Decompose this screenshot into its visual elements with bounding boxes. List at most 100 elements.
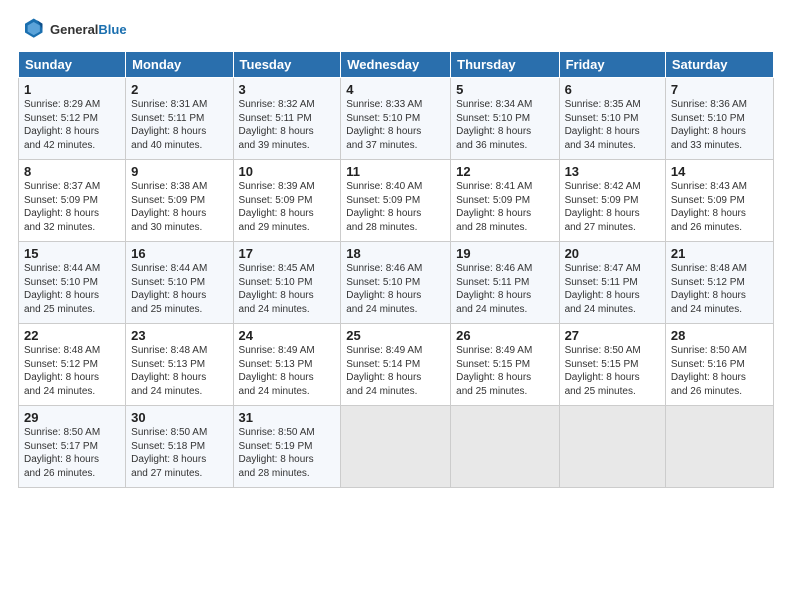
- calendar-cell: 7Sunrise: 8:36 AM Sunset: 5:10 PM Daylig…: [665, 78, 773, 160]
- cell-content: Sunrise: 8:29 AM Sunset: 5:12 PM Dayligh…: [24, 98, 120, 152]
- week-row-1: 1Sunrise: 8:29 AM Sunset: 5:12 PM Daylig…: [19, 78, 774, 160]
- calendar-cell: 23Sunrise: 8:48 AM Sunset: 5:13 PM Dayli…: [126, 324, 233, 406]
- calendar-cell: 28Sunrise: 8:50 AM Sunset: 5:16 PM Dayli…: [665, 324, 773, 406]
- calendar-cell: 21Sunrise: 8:48 AM Sunset: 5:12 PM Dayli…: [665, 242, 773, 324]
- logo-icon: [18, 15, 46, 43]
- calendar-cell: 27Sunrise: 8:50 AM Sunset: 5:15 PM Dayli…: [559, 324, 665, 406]
- cell-content: Sunrise: 8:47 AM Sunset: 5:11 PM Dayligh…: [565, 262, 660, 316]
- logo-text: GeneralBlue: [50, 22, 127, 37]
- calendar-cell: 3Sunrise: 8:32 AM Sunset: 5:11 PM Daylig…: [233, 78, 341, 160]
- cell-content: Sunrise: 8:42 AM Sunset: 5:09 PM Dayligh…: [565, 180, 660, 234]
- day-number: 9: [131, 164, 227, 179]
- week-row-2: 8Sunrise: 8:37 AM Sunset: 5:09 PM Daylig…: [19, 160, 774, 242]
- day-number: 13: [565, 164, 660, 179]
- cell-content: Sunrise: 8:44 AM Sunset: 5:10 PM Dayligh…: [24, 262, 120, 316]
- calendar-cell: 5Sunrise: 8:34 AM Sunset: 5:10 PM Daylig…: [451, 78, 559, 160]
- cell-content: Sunrise: 8:48 AM Sunset: 5:12 PM Dayligh…: [24, 344, 120, 398]
- cell-content: Sunrise: 8:48 AM Sunset: 5:13 PM Dayligh…: [131, 344, 227, 398]
- calendar-cell: 11Sunrise: 8:40 AM Sunset: 5:09 PM Dayli…: [341, 160, 451, 242]
- cell-content: Sunrise: 8:38 AM Sunset: 5:09 PM Dayligh…: [131, 180, 227, 234]
- calendar-cell: 24Sunrise: 8:49 AM Sunset: 5:13 PM Dayli…: [233, 324, 341, 406]
- cell-content: Sunrise: 8:35 AM Sunset: 5:10 PM Dayligh…: [565, 98, 660, 152]
- calendar-cell: 9Sunrise: 8:38 AM Sunset: 5:09 PM Daylig…: [126, 160, 233, 242]
- week-row-4: 22Sunrise: 8:48 AM Sunset: 5:12 PM Dayli…: [19, 324, 774, 406]
- day-number: 27: [565, 328, 660, 343]
- cell-content: Sunrise: 8:41 AM Sunset: 5:09 PM Dayligh…: [456, 180, 553, 234]
- day-number: 17: [239, 246, 336, 261]
- page: GeneralBlue SundayMondayTuesdayWednesday…: [0, 0, 792, 498]
- cell-content: Sunrise: 8:40 AM Sunset: 5:09 PM Dayligh…: [346, 180, 445, 234]
- day-number: 31: [239, 410, 336, 425]
- calendar-cell: 10Sunrise: 8:39 AM Sunset: 5:09 PM Dayli…: [233, 160, 341, 242]
- day-number: 21: [671, 246, 768, 261]
- calendar-cell: 14Sunrise: 8:43 AM Sunset: 5:09 PM Dayli…: [665, 160, 773, 242]
- cell-content: Sunrise: 8:50 AM Sunset: 5:19 PM Dayligh…: [239, 426, 336, 480]
- calendar-table: SundayMondayTuesdayWednesdayThursdayFrid…: [18, 51, 774, 488]
- calendar-cell: 26Sunrise: 8:49 AM Sunset: 5:15 PM Dayli…: [451, 324, 559, 406]
- day-number: 14: [671, 164, 768, 179]
- cell-content: Sunrise: 8:49 AM Sunset: 5:13 PM Dayligh…: [239, 344, 336, 398]
- calendar-cell: [665, 406, 773, 488]
- day-number: 4: [346, 82, 445, 97]
- column-header-monday: Monday: [126, 52, 233, 78]
- cell-content: Sunrise: 8:39 AM Sunset: 5:09 PM Dayligh…: [239, 180, 336, 234]
- cell-content: Sunrise: 8:43 AM Sunset: 5:09 PM Dayligh…: [671, 180, 768, 234]
- cell-content: Sunrise: 8:33 AM Sunset: 5:10 PM Dayligh…: [346, 98, 445, 152]
- cell-content: Sunrise: 8:50 AM Sunset: 5:16 PM Dayligh…: [671, 344, 768, 398]
- cell-content: Sunrise: 8:50 AM Sunset: 5:17 PM Dayligh…: [24, 426, 120, 480]
- calendar-cell: 8Sunrise: 8:37 AM Sunset: 5:09 PM Daylig…: [19, 160, 126, 242]
- day-number: 11: [346, 164, 445, 179]
- header: GeneralBlue: [18, 15, 774, 43]
- calendar-cell: 4Sunrise: 8:33 AM Sunset: 5:10 PM Daylig…: [341, 78, 451, 160]
- calendar-cell: 6Sunrise: 8:35 AM Sunset: 5:10 PM Daylig…: [559, 78, 665, 160]
- column-header-thursday: Thursday: [451, 52, 559, 78]
- day-number: 24: [239, 328, 336, 343]
- day-number: 12: [456, 164, 553, 179]
- column-header-saturday: Saturday: [665, 52, 773, 78]
- column-header-tuesday: Tuesday: [233, 52, 341, 78]
- cell-content: Sunrise: 8:50 AM Sunset: 5:15 PM Dayligh…: [565, 344, 660, 398]
- day-number: 19: [456, 246, 553, 261]
- day-number: 2: [131, 82, 227, 97]
- column-header-wednesday: Wednesday: [341, 52, 451, 78]
- day-number: 23: [131, 328, 227, 343]
- logo: GeneralBlue: [18, 15, 127, 43]
- day-number: 22: [24, 328, 120, 343]
- day-number: 6: [565, 82, 660, 97]
- day-number: 3: [239, 82, 336, 97]
- day-number: 16: [131, 246, 227, 261]
- day-number: 1: [24, 82, 120, 97]
- cell-content: Sunrise: 8:50 AM Sunset: 5:18 PM Dayligh…: [131, 426, 227, 480]
- day-number: 26: [456, 328, 553, 343]
- day-number: 8: [24, 164, 120, 179]
- header-row: SundayMondayTuesdayWednesdayThursdayFrid…: [19, 52, 774, 78]
- cell-content: Sunrise: 8:46 AM Sunset: 5:10 PM Dayligh…: [346, 262, 445, 316]
- day-number: 10: [239, 164, 336, 179]
- calendar-cell: 29Sunrise: 8:50 AM Sunset: 5:17 PM Dayli…: [19, 406, 126, 488]
- calendar-cell: 22Sunrise: 8:48 AM Sunset: 5:12 PM Dayli…: [19, 324, 126, 406]
- calendar-cell: [451, 406, 559, 488]
- week-row-3: 15Sunrise: 8:44 AM Sunset: 5:10 PM Dayli…: [19, 242, 774, 324]
- calendar-cell: 15Sunrise: 8:44 AM Sunset: 5:10 PM Dayli…: [19, 242, 126, 324]
- calendar-cell: 20Sunrise: 8:47 AM Sunset: 5:11 PM Dayli…: [559, 242, 665, 324]
- cell-content: Sunrise: 8:48 AM Sunset: 5:12 PM Dayligh…: [671, 262, 768, 316]
- day-number: 30: [131, 410, 227, 425]
- calendar-cell: 18Sunrise: 8:46 AM Sunset: 5:10 PM Dayli…: [341, 242, 451, 324]
- day-number: 28: [671, 328, 768, 343]
- cell-content: Sunrise: 8:31 AM Sunset: 5:11 PM Dayligh…: [131, 98, 227, 152]
- calendar-cell: 25Sunrise: 8:49 AM Sunset: 5:14 PM Dayli…: [341, 324, 451, 406]
- column-header-sunday: Sunday: [19, 52, 126, 78]
- calendar-cell: 12Sunrise: 8:41 AM Sunset: 5:09 PM Dayli…: [451, 160, 559, 242]
- cell-content: Sunrise: 8:36 AM Sunset: 5:10 PM Dayligh…: [671, 98, 768, 152]
- day-number: 29: [24, 410, 120, 425]
- cell-content: Sunrise: 8:34 AM Sunset: 5:10 PM Dayligh…: [456, 98, 553, 152]
- calendar-cell: 13Sunrise: 8:42 AM Sunset: 5:09 PM Dayli…: [559, 160, 665, 242]
- day-number: 18: [346, 246, 445, 261]
- week-row-5: 29Sunrise: 8:50 AM Sunset: 5:17 PM Dayli…: [19, 406, 774, 488]
- calendar-cell: [341, 406, 451, 488]
- cell-content: Sunrise: 8:49 AM Sunset: 5:14 PM Dayligh…: [346, 344, 445, 398]
- calendar-cell: 2Sunrise: 8:31 AM Sunset: 5:11 PM Daylig…: [126, 78, 233, 160]
- day-number: 25: [346, 328, 445, 343]
- calendar-cell: 16Sunrise: 8:44 AM Sunset: 5:10 PM Dayli…: [126, 242, 233, 324]
- day-number: 5: [456, 82, 553, 97]
